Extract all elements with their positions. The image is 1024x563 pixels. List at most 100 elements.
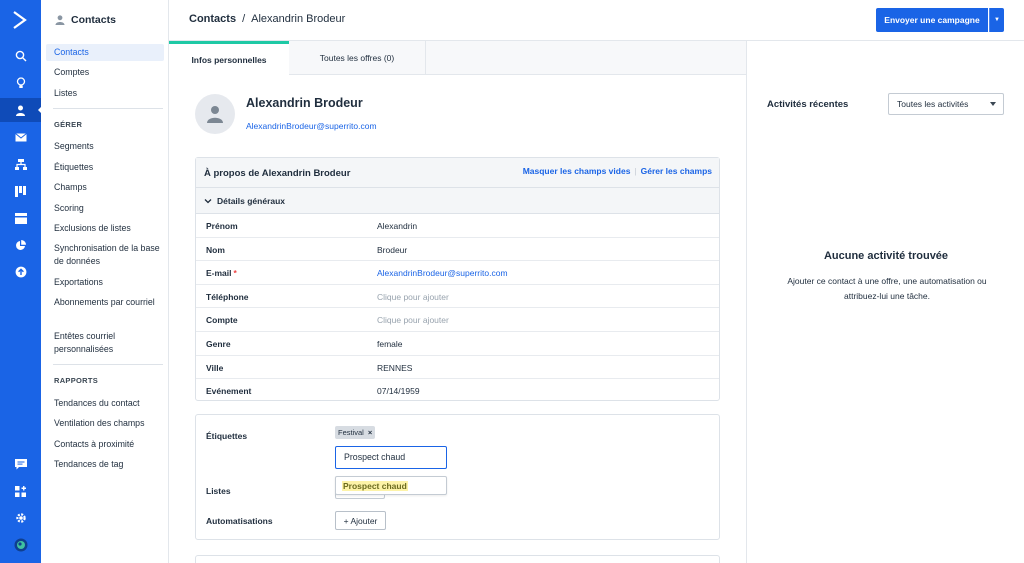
activity-filter-value: Toutes les activités [897, 99, 969, 109]
lists-label: Listes [206, 486, 231, 496]
field-value-evenement[interactable]: 07/14/1959 [377, 386, 420, 396]
avatar-person-icon [207, 106, 223, 123]
field-label: Nom [206, 244, 225, 255]
empty-state-title: Aucune activité trouvée [823, 250, 949, 262]
tag-remove-icon[interactable]: × [368, 428, 372, 437]
sidebar-item-listes[interactable]: Listes [46, 85, 164, 102]
field-label: Téléphone [206, 291, 249, 302]
tab-infos-personnelles[interactable]: Infos personnelles [169, 41, 289, 76]
breadcrumb-root[interactable]: Contacts [189, 13, 236, 25]
automations-icon[interactable] [0, 152, 41, 176]
sidebar-item-exportations[interactable]: Exportations [46, 274, 164, 291]
field-value-email[interactable]: AlexandrinBrodeur@superrito.com [377, 268, 508, 278]
field-value-nom[interactable]: Brodeur [377, 245, 407, 255]
activity-filter-select[interactable]: Toutes les activités [888, 93, 1004, 115]
sidebar-item-etiquettes[interactable]: Étiquettes [46, 159, 164, 176]
sidebar-item-comptes[interactable]: Comptes [46, 64, 164, 81]
deals-pipeline-icon[interactable] [0, 179, 41, 203]
contact-main-panel: Alexandrin Brodeur AlexandrinBrodeur@sup… [169, 75, 746, 563]
about-card-header: À propos de Alexandrin Brodeur Masquer l… [196, 158, 719, 188]
field-value-telephone[interactable]: Clique pour ajouter [377, 292, 449, 302]
manage-fields-link[interactable]: Gérer les champs [641, 166, 712, 176]
chevron-down-icon [990, 102, 996, 109]
app-nav-rail [0, 0, 42, 563]
required-asterisk: * [233, 268, 237, 279]
sidebar-section-rapports: RAPPORTS [54, 376, 99, 385]
integrations-icon[interactable] [0, 479, 41, 503]
tag-suggestion-item[interactable]: Prospect chaud [342, 481, 408, 491]
field-value-prenom[interactable]: Alexandrin [377, 221, 417, 231]
sidebar-item-exclusions[interactable]: Exclusions de listes [46, 220, 164, 237]
campaign-options-caret-icon[interactable]: ▼ [989, 8, 1004, 32]
field-row: Genre female [196, 332, 719, 356]
send-campaign-button[interactable]: Envoyer une campagne [876, 8, 988, 32]
add-automation-button[interactable]: + Ajouter [335, 511, 386, 530]
breadcrumb: Contacts / Alexandrin Brodeur [189, 13, 345, 25]
sidebar-item-abonnements[interactable]: Abonnements par courriel [46, 295, 164, 323]
activity-title: Activités récentes [767, 99, 849, 110]
field-label: Prénom [206, 221, 238, 231]
top-bar: Contacts / Alexandrin Brodeur Envoyer une … [169, 0, 1024, 41]
sidebar-divider [53, 108, 163, 109]
sidebar-item-tendances-contact[interactable]: Tendances du contact [46, 395, 164, 412]
sidebar-item-entetes[interactable]: Entêtes courriel personnalisées [46, 329, 164, 357]
activecampaign-logo-icon[interactable] [12, 10, 28, 30]
field-label: Compte [206, 315, 238, 326]
field-row: E-mail * AlexandrinBrodeur@superrito.com [196, 261, 719, 285]
field-label: Ville [206, 362, 224, 373]
contact-email[interactable]: AlexandrinBrodeur@superrito.com [246, 121, 377, 131]
sidebar-item-scoring[interactable]: Scoring [46, 200, 164, 217]
person-icon [55, 15, 65, 25]
field-value-ville[interactable]: RENNES [377, 363, 412, 373]
sidebar-item-segments[interactable]: Segments [46, 138, 164, 155]
next-card [195, 555, 720, 563]
tab-toutes-les-offres[interactable]: Toutes les offres (0) [289, 41, 426, 75]
lightbulb-icon[interactable] [0, 71, 41, 95]
tags-lists-card: Étiquettes Festival × Prospect chaud List… [195, 414, 720, 540]
sidebar-item-contacts[interactable]: Contacts [46, 44, 164, 61]
settings-gear-icon[interactable] [0, 506, 41, 530]
link-separator: | [634, 166, 637, 176]
field-row: Nom Brodeur [196, 238, 719, 262]
automations-label: Automatisations [206, 516, 273, 526]
field-row: Ville RENNES [196, 356, 719, 380]
apps-upload-icon[interactable] [0, 260, 41, 284]
tag-suggestion-dropdown: Prospect chaud [335, 476, 447, 495]
tag-input[interactable]: Prospect chaud [335, 446, 447, 469]
sidebar-section-gerer: GÉRER [54, 120, 83, 129]
user-avatar-icon[interactable] [0, 533, 41, 557]
field-label: Genre [206, 338, 231, 349]
sidebar-item-synchronisation[interactable]: Synchronisation de la base de données [46, 241, 164, 269]
breadcrumb-current: Alexandrin Brodeur [251, 13, 346, 25]
tag-chip: Festival × [335, 426, 376, 439]
sidebar-item-tendances-tag[interactable]: Tendances de tag [46, 456, 164, 473]
sidebar-item-proximite[interactable]: Contacts à proximité [46, 436, 164, 453]
field-row: Evénement 07/14/1959 [196, 379, 719, 403]
sidebar-item-ventilation[interactable]: Ventilation des champs [46, 415, 164, 432]
contacts-icon[interactable] [0, 98, 42, 122]
field-row: Téléphone Clique pour ajouter [196, 285, 719, 309]
sidebar-item-champs[interactable]: Champs [46, 179, 164, 196]
contact-tabs: Infos personnelles Toutes les offres (0) [169, 41, 746, 76]
about-card: À propos de Alexandrin Brodeur Masquer l… [195, 157, 720, 401]
search-icon[interactable] [0, 44, 41, 68]
about-card-title: À propos de Alexandrin Brodeur [204, 168, 351, 179]
reports-pie-icon[interactable] [0, 233, 41, 257]
field-row: Compte Clique pour ajouter [196, 308, 719, 332]
field-label: E-mail * [206, 268, 237, 279]
hide-empty-fields-link[interactable]: Masquer les champs vides [523, 166, 631, 176]
general-details-label: Détails généraux [217, 196, 286, 206]
field-value-genre[interactable]: female [377, 339, 403, 349]
contacts-sidebar: Contacts Contacts Comptes Listes GÉRER S… [41, 0, 169, 563]
field-row: Prénom Alexandrin [196, 214, 719, 238]
general-details-toggle[interactable]: Détails généraux [196, 188, 719, 214]
breadcrumb-separator: / [242, 13, 246, 25]
activity-panel: Activités récentes Toutes les activités … [746, 41, 1024, 563]
field-value-compte[interactable]: Clique pour ajouter [377, 315, 449, 325]
contact-avatar[interactable] [195, 94, 235, 134]
sidebar-divider [53, 364, 163, 365]
site-icon[interactable] [0, 206, 41, 230]
email-icon[interactable] [0, 125, 41, 149]
conversations-icon[interactable] [0, 452, 41, 476]
contact-name: Alexandrin Brodeur [246, 96, 363, 110]
